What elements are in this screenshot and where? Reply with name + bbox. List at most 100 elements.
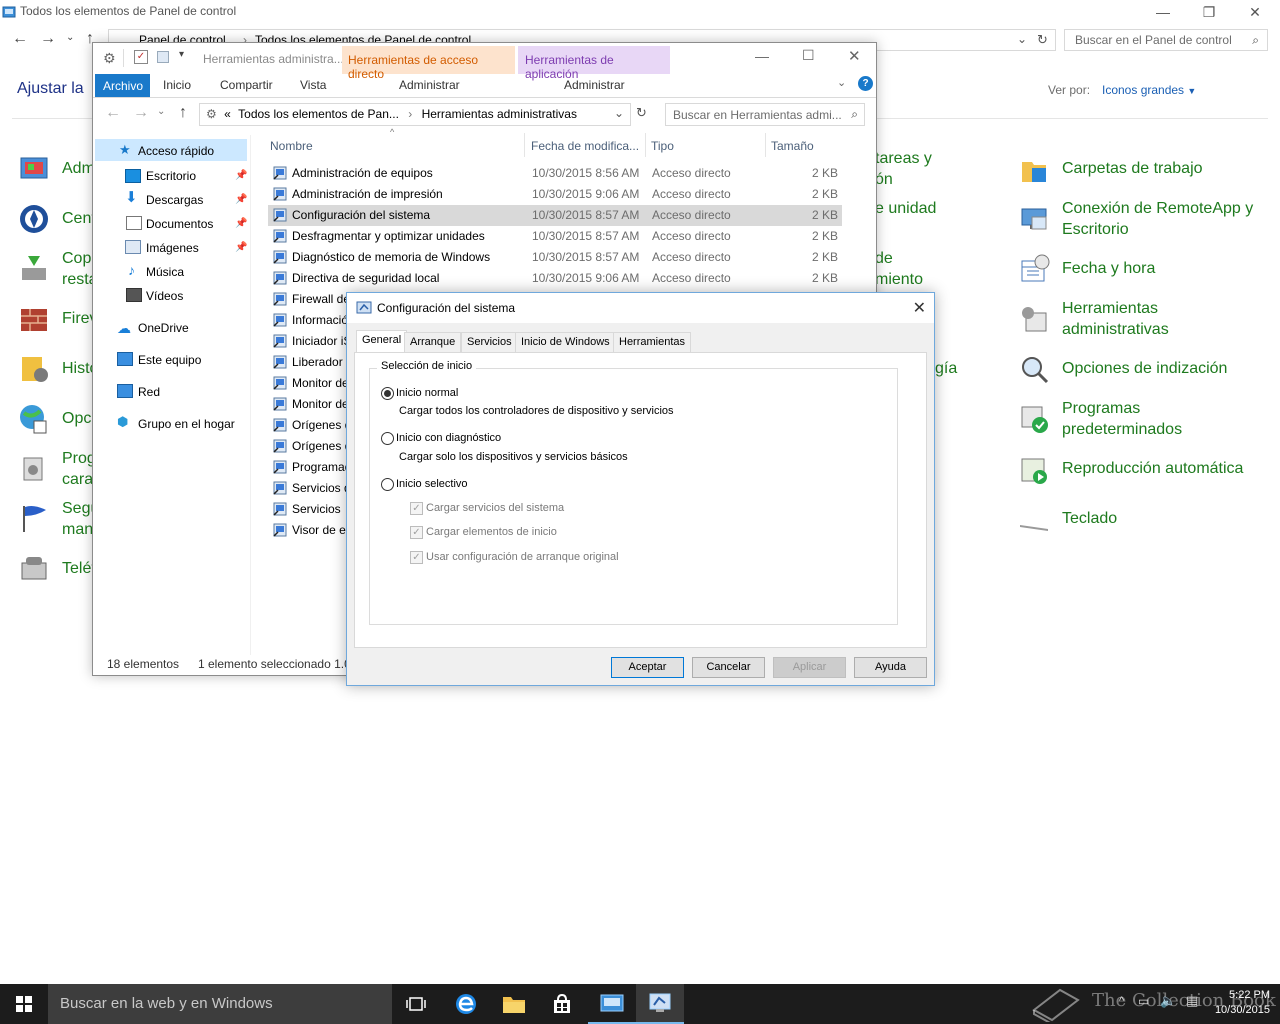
cancel-button[interactable]: Cancelar xyxy=(692,657,765,678)
explorer-recent-icon[interactable]: ⌄ xyxy=(157,106,165,117)
properties-icon[interactable]: ✓ xyxy=(134,50,148,64)
nav-item-homegroup[interactable]: Grupo en el hogar xyxy=(138,417,235,431)
pin-icon[interactable]: 📌 xyxy=(235,218,247,229)
start-button[interactable] xyxy=(0,984,48,1024)
tab-archivo[interactable]: Archivo xyxy=(95,74,150,97)
tab-arranque[interactable]: Arranque xyxy=(404,332,462,352)
tab-inicio-windows[interactable]: Inicio de Windows xyxy=(515,332,616,352)
file-row[interactable]: Desfragmentar y optimizar unidades 10/30/… xyxy=(268,226,842,247)
address-overflow[interactable]: « xyxy=(224,107,231,121)
radio-selective-label[interactable]: Inicio selectivo xyxy=(396,478,468,490)
cp-item-work-folders[interactable]: Carpetas de trabajo xyxy=(1062,158,1203,179)
tab-administrar-app[interactable]: Administrar xyxy=(564,78,625,92)
checkbox-original-boot-config[interactable]: ✓ xyxy=(410,551,423,564)
file-row[interactable]: Configuración del sistema 10/30/2015 8:57… xyxy=(268,205,842,226)
dialog-close-button[interactable]: ✕ xyxy=(913,298,926,318)
cp-item-autoplay[interactable]: Reproducción automática xyxy=(1062,458,1243,479)
cp-item-options[interactable]: Opci xyxy=(62,408,95,429)
column-divider[interactable] xyxy=(524,133,525,157)
view-by-dropdown[interactable]: Iconos grandes ▼ xyxy=(1102,83,1196,97)
explorer-up-icon[interactable]: ↑ xyxy=(179,104,187,122)
network-tray-icon[interactable]: ▭ xyxy=(1138,994,1149,1008)
control-panel-search-input[interactable]: Buscar en el Panel de control ⌕ xyxy=(1064,29,1268,51)
forward-arrow-icon[interactable]: → xyxy=(40,30,56,48)
file-row[interactable]: Administración de impresión 10/30/2015 9:… xyxy=(268,184,842,205)
radio-diagnostic-label[interactable]: Inicio con diagnóstico xyxy=(396,432,501,444)
tab-administrar-shortcut[interactable]: Administrar xyxy=(399,78,460,92)
new-folder-icon[interactable] xyxy=(157,51,169,63)
radio-normal-startup[interactable] xyxy=(381,387,394,400)
cp-item-admin[interactable]: Adm xyxy=(62,158,95,179)
help-button[interactable]: Ayuda xyxy=(854,657,927,678)
show-hidden-icons[interactable]: ^ xyxy=(1119,995,1124,1007)
restore-button[interactable]: ❐ xyxy=(1186,0,1232,24)
pin-icon[interactable]: 📌 xyxy=(235,242,247,253)
back-arrow-icon[interactable]: ← xyxy=(12,30,28,48)
pin-icon[interactable]: 📌 xyxy=(235,194,247,205)
cp-item-indexing[interactable]: Opciones de indización xyxy=(1062,358,1227,379)
apply-button[interactable]: Aplicar xyxy=(773,657,846,678)
explorer-address-bar[interactable]: ⚙ « Todos los elementos de Pan... › Herr… xyxy=(199,103,631,126)
address-dropdown-icon[interactable]: ⌄ xyxy=(614,106,624,120)
customize-toolbar-icon[interactable]: ▾ xyxy=(179,49,184,60)
recent-chevron-icon[interactable]: ⌄ xyxy=(66,32,74,43)
minimize-button[interactable]: — xyxy=(1140,0,1186,24)
cp-item-programs[interactable]: Prog cara xyxy=(62,448,96,490)
nav-item-documents[interactable]: Documentos xyxy=(146,217,213,231)
tab-inicio[interactable]: Inicio xyxy=(163,78,191,92)
nav-item-music[interactable]: Música xyxy=(146,265,184,279)
address-crumb-all-items[interactable]: Todos los elementos de Pan... xyxy=(238,107,399,121)
context-tab-shortcut-tools[interactable]: Herramientas de acceso directo xyxy=(342,46,515,81)
nav-item-this-pc[interactable]: Este equipo xyxy=(138,353,201,367)
file-explorer-button[interactable] xyxy=(490,984,538,1024)
task-view-button[interactable] xyxy=(392,984,440,1024)
nav-item-quick-access[interactable]: Acceso rápido xyxy=(138,144,214,158)
ok-button[interactable]: Aceptar xyxy=(611,657,684,678)
context-tab-app-tools[interactable]: Herramientas de aplicación xyxy=(518,46,670,81)
explorer-refresh-icon[interactable]: ↻ xyxy=(636,105,647,121)
cp-item-middle-2[interactable]: e unidad xyxy=(875,198,936,219)
explorer-search-input[interactable]: Buscar en Herramientas admi... ⌕ xyxy=(665,103,865,126)
cp-item-remoteapp[interactable]: Conexión de RemoteApp y Escritorio xyxy=(1062,198,1253,240)
clock[interactable]: 5:22 PM 10/30/2015 xyxy=(1215,988,1270,1018)
column-divider[interactable] xyxy=(645,133,646,157)
explorer-back-icon[interactable]: ← xyxy=(105,104,121,122)
nav-item-downloads[interactable]: Descargas xyxy=(146,193,203,207)
checkbox-load-startup-items[interactable]: ✓ xyxy=(410,526,423,539)
cp-item-admin-tools[interactable]: Herramientas administrativas xyxy=(1062,298,1169,340)
refresh-icon[interactable]: ↻ xyxy=(1037,32,1048,48)
file-row[interactable]: Directiva de seguridad local 10/30/2015 9… xyxy=(268,268,842,289)
tab-herramientas[interactable]: Herramientas xyxy=(613,332,692,352)
column-name[interactable]: Nombre xyxy=(270,139,313,153)
nav-item-onedrive[interactable]: OneDrive xyxy=(138,321,189,335)
tab-vista[interactable]: Vista xyxy=(300,78,326,92)
cp-item-middle-3[interactable]: de miento xyxy=(875,248,923,290)
tab-servicios[interactable]: Servicios xyxy=(461,332,518,352)
address-dropdown-icon[interactable]: ⌄ xyxy=(1017,32,1027,46)
column-divider[interactable] xyxy=(765,133,766,157)
checkbox-load-system-services[interactable]: ✓ xyxy=(410,502,423,515)
expand-ribbon-icon[interactable]: ⌄ xyxy=(837,76,846,89)
tab-general[interactable]: General xyxy=(356,330,408,353)
pin-icon[interactable]: 📌 xyxy=(235,170,247,181)
nav-item-videos[interactable]: Vídeos xyxy=(146,289,183,303)
nav-item-pictures[interactable]: Imágenes xyxy=(146,241,199,255)
taskbar-search-input[interactable]: Buscar en la web y en Windows xyxy=(48,984,392,1024)
cp-item-default-programs[interactable]: Programas predeterminados xyxy=(1062,398,1182,440)
explorer-maximize-button[interactable]: ☐ xyxy=(802,47,815,64)
cp-item-center[interactable]: Cent xyxy=(62,208,96,229)
explorer-forward-icon[interactable]: → xyxy=(133,104,149,122)
nav-item-network[interactable]: Red xyxy=(138,385,160,399)
msconfig-taskbar-button[interactable] xyxy=(636,984,684,1024)
store-button[interactable] xyxy=(538,984,586,1024)
cp-item-middle-1[interactable]: tareas y ón xyxy=(875,148,932,190)
cp-item-date-time[interactable]: Fecha y hora xyxy=(1062,258,1155,279)
radio-normal-label[interactable]: Inicio normal xyxy=(396,387,458,399)
control-panel-taskbar-button[interactable] xyxy=(588,984,636,1024)
close-button[interactable]: ✕ xyxy=(1232,0,1278,24)
file-row[interactable]: Diagnóstico de memoria de Windows 10/30/2… xyxy=(268,247,842,268)
cp-item-phone[interactable]: Teléf xyxy=(62,558,96,579)
action-center-icon[interactable]: ▤ xyxy=(1186,993,1198,1009)
explorer-minimize-button[interactable]: — xyxy=(755,48,769,64)
tab-compartir[interactable]: Compartir xyxy=(220,78,273,92)
